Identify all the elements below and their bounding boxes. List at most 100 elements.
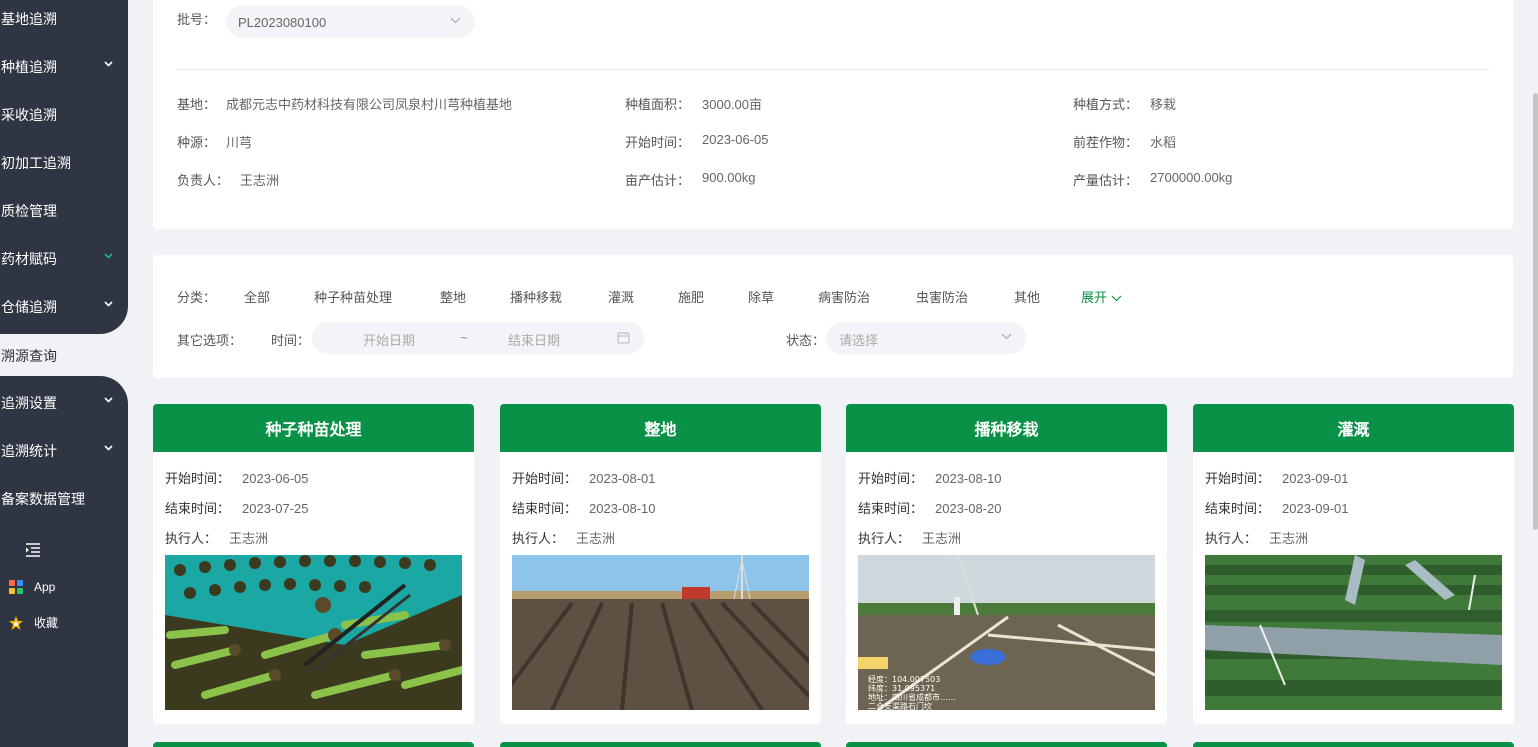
value: 2023-07-25 (242, 501, 309, 516)
category-weeding[interactable]: 除草 (748, 287, 774, 306)
field-label: 产量估计： (1073, 173, 1139, 188)
chevron-down-icon (450, 17, 461, 24)
value: 2023-08-01 (589, 471, 656, 486)
record-card-partial[interactable] (500, 742, 821, 747)
sidebar-item-filing-data[interactable]: 备案数据管理 (0, 475, 128, 523)
label: 开始时间： (858, 471, 924, 486)
card-end: 结束时间： 2023-08-20 (858, 498, 1002, 517)
field-label: 基地： (177, 97, 217, 112)
sidebar-item-label: 采收追溯 (1, 107, 57, 123)
field-value: 2700000.00kg (1150, 170, 1233, 185)
record-card-partial[interactable] (846, 742, 1167, 747)
status-placeholder: 请选择 (839, 333, 879, 348)
field-value: 成都元志中药材科技有限公司凤泉村川芎种植基地 (226, 97, 513, 112)
photo-overlay-line: 地址：四川省成都市…… (868, 692, 956, 702)
page-scrollbar[interactable] (1533, 93, 1538, 530)
divider (177, 69, 1489, 70)
start-date-input[interactable]: 开始日期 (363, 330, 415, 349)
sidebar-item-label: 药材赋码 (1, 251, 57, 267)
batch-select[interactable]: PL2023080100 (226, 6, 475, 38)
value: 2023-08-10 (935, 471, 1002, 486)
field-label: 种源： (177, 135, 217, 150)
sidebar-item-label: 备案数据管理 (1, 491, 85, 507)
card-title: 播种移栽 (846, 404, 1167, 452)
category-land-prep[interactable]: 整地 (440, 287, 466, 306)
card-photo[interactable] (165, 555, 462, 710)
category-sowing[interactable]: 播种移栽 (510, 287, 562, 306)
card-title: 灌溉 (1193, 404, 1514, 452)
status-select[interactable]: 请选择 (826, 322, 1026, 354)
time-label: 时间： (271, 333, 311, 348)
field-value: 3000.00亩 (702, 97, 762, 112)
sidebar-item-harvest-trace[interactable]: 采收追溯 (0, 91, 128, 139)
category-disease-control[interactable]: 病害防治 (818, 287, 870, 306)
card-executor: 执行人： 王志洲 (858, 528, 961, 547)
sidebar-item-base-trace[interactable]: 基地追溯 (0, 0, 128, 43)
value: 王志洲 (922, 531, 962, 546)
active-curve-top (100, 306, 128, 334)
value: 王志洲 (576, 531, 616, 546)
category-seed-treatment[interactable]: 种子种苗处理 (314, 287, 392, 306)
card-photo[interactable]: 经度：104.007503 纬度：31.095371 地址：四川省成都市…… 二… (858, 555, 1155, 710)
card-photo[interactable] (1205, 555, 1502, 710)
label: 执行人： (512, 531, 565, 546)
sidebar-item-quality[interactable]: 质检管理 (0, 187, 128, 235)
category-fertilizing[interactable]: 施肥 (678, 287, 704, 306)
end-date-input[interactable]: 结束日期 (508, 330, 560, 349)
expand-button[interactable]: 展开 (1081, 287, 1122, 306)
card-executor: 执行人： 王志洲 (512, 528, 615, 547)
field-value: 川芎 (226, 135, 253, 150)
app-link[interactable]: App (8, 579, 55, 595)
record-card-partial[interactable] (153, 742, 474, 747)
sidebar-item-trace-stats[interactable]: 追溯统计 (0, 427, 128, 475)
sidebar-item-label: 初加工追溯 (1, 155, 71, 171)
batch-label: 批号： (177, 12, 217, 27)
record-card[interactable]: 种子种苗处理 开始时间： 2023-06-05 结束时间： 2023-07-25 执… (153, 404, 474, 724)
expand-label: 展开 (1081, 290, 1108, 305)
app-link-label: App (34, 580, 56, 594)
record-card[interactable]: 播种移栽 开始时间： 2023-08-10 结束时间： 2023-08-20 执行人… (846, 404, 1167, 724)
apps-icon (9, 580, 23, 594)
field-value: 水稻 (1150, 135, 1177, 150)
value: 2023-08-20 (935, 501, 1002, 516)
field-label: 负责人： (177, 173, 230, 188)
card-executor: 执行人： 王志洲 (1205, 528, 1308, 547)
sidebar-item-label: 溯源查询 (1, 348, 57, 364)
other-options-label: 其它选项： (177, 333, 243, 348)
record-card[interactable]: 灌溉 开始时间： 2023-09-01 结束时间： 2023-09-01 执行人： 王… (1193, 404, 1514, 724)
card-photo[interactable] (512, 555, 809, 710)
field-value: 900.00kg (702, 170, 756, 185)
sidebar-item-coding[interactable]: 药材赋码 (0, 235, 128, 283)
sidebar-item-label: 基地追溯 (1, 11, 57, 27)
category-all[interactable]: 全部 (244, 287, 270, 306)
batch-value: PL2023080100 (238, 14, 327, 30)
card-end: 结束时间： 2023-09-01 (1205, 498, 1349, 517)
card-start: 开始时间： 2023-08-01 (512, 468, 656, 487)
field-value: 王志洲 (240, 173, 280, 188)
value: 2023-06-05 (242, 471, 309, 486)
label: 结束时间： (1205, 501, 1271, 516)
card-end: 结束时间： 2023-08-10 (512, 498, 656, 517)
category-irrigation[interactable]: 灌溉 (608, 287, 634, 306)
sidebar-item-planting-trace[interactable]: 种植追溯 (0, 43, 128, 91)
collapse-menu-icon[interactable] (25, 543, 41, 557)
value: 2023-08-10 (589, 501, 656, 516)
label: 结束时间： (512, 501, 578, 516)
sidebar-item-trace-settings[interactable]: 追溯设置 (0, 379, 128, 427)
category-label: 分类： (177, 290, 217, 305)
record-card-partial[interactable] (1193, 742, 1514, 747)
sidebar-item-label: 追溯统计 (1, 443, 57, 459)
chevron-down-icon (104, 253, 113, 261)
label: 开始时间： (512, 471, 578, 486)
record-card[interactable]: 整地 开始时间： 2023-08-01 结束时间： 2023-08-10 执行人： 王… (500, 404, 821, 724)
label: 开始时间： (1205, 471, 1271, 486)
favorites-link[interactable]: 收藏 (8, 614, 58, 631)
value: 2023-09-01 (1282, 471, 1349, 486)
sidebar-item-processing-trace[interactable]: 初加工追溯 (0, 139, 128, 187)
category-pest-control[interactable]: 虫害防治 (916, 287, 968, 306)
card-executor: 执行人： 王志洲 (165, 528, 268, 547)
date-range-picker[interactable]: 开始日期 ~ 结束日期 (312, 322, 644, 354)
category-other[interactable]: 其他 (1014, 287, 1040, 306)
value: 王志洲 (229, 531, 269, 546)
label: 执行人： (1205, 531, 1258, 546)
